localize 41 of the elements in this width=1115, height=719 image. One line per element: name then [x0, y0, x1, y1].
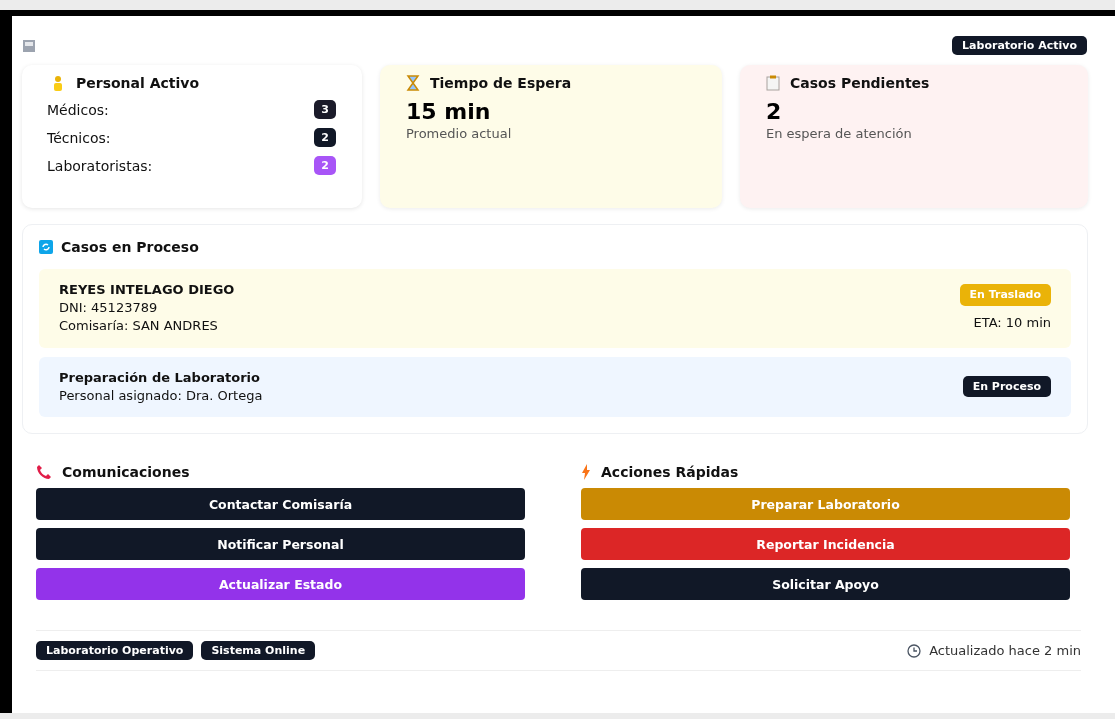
- staff-label: Médicos:: [47, 101, 109, 118]
- action-button[interactable]: Actualizar Estado: [36, 568, 525, 600]
- hourglass-icon: [406, 75, 420, 91]
- status-badge: Laboratorio Operativo: [36, 641, 194, 660]
- card-title: Casos Pendientes: [790, 75, 930, 91]
- case-text: REYES INTELAGO DIEGO: [59, 281, 235, 299]
- computer-icon: [22, 38, 36, 53]
- stat-caption: En espera de atención: [766, 126, 913, 141]
- count-badge: 2: [314, 156, 336, 175]
- phone-icon: [36, 464, 52, 480]
- stat-value: 2: [766, 99, 783, 124]
- stat-caption: Promedio actual: [406, 126, 513, 141]
- case-text: Preparación de Laboratorio: [59, 368, 261, 387]
- action-button[interactable]: Contactar Comisaría: [36, 488, 525, 520]
- status-badge: Laboratorio Activo: [952, 36, 1087, 55]
- person-icon: [52, 75, 64, 91]
- lightning-icon: [581, 464, 591, 480]
- card-title: Tiempo de Espera: [430, 75, 572, 91]
- staff-label: Técnicos:: [47, 129, 111, 146]
- action-button[interactable]: Solicitar Apoyo: [581, 568, 1070, 600]
- status-badge: En Proceso: [962, 376, 1051, 398]
- count-badge: 2: [314, 128, 336, 147]
- section-title: Comunicaciones: [62, 464, 190, 480]
- count-badge: 3: [314, 100, 336, 119]
- eta-text: ETA: 10 min: [973, 313, 1051, 332]
- action-button[interactable]: Notificar Personal: [36, 528, 525, 560]
- stat-value: 15 min: [406, 99, 492, 124]
- status-badge: Sistema Online: [201, 641, 316, 660]
- clipboard-icon: [766, 75, 780, 91]
- case-text: Comisaría: SAN ANDRES: [59, 317, 219, 336]
- refresh-icon: [39, 240, 53, 254]
- clock-icon: [907, 643, 922, 658]
- action-button[interactable]: Reportar Incidencia: [581, 528, 1070, 560]
- section-title: Casos en Proceso: [61, 239, 199, 255]
- updated-text: Actualizado hace 2 min: [929, 643, 1081, 658]
- staff-label: Laboratoristas:: [47, 157, 153, 174]
- section-title: Acciones Rápidas: [601, 464, 739, 480]
- case-text: DNI: 45123789: [59, 299, 159, 318]
- case-text: Personal asignado: Dra. Ortega: [59, 386, 263, 405]
- card-title: Personal Activo: [76, 75, 200, 91]
- status-badge: En Traslado: [959, 284, 1051, 306]
